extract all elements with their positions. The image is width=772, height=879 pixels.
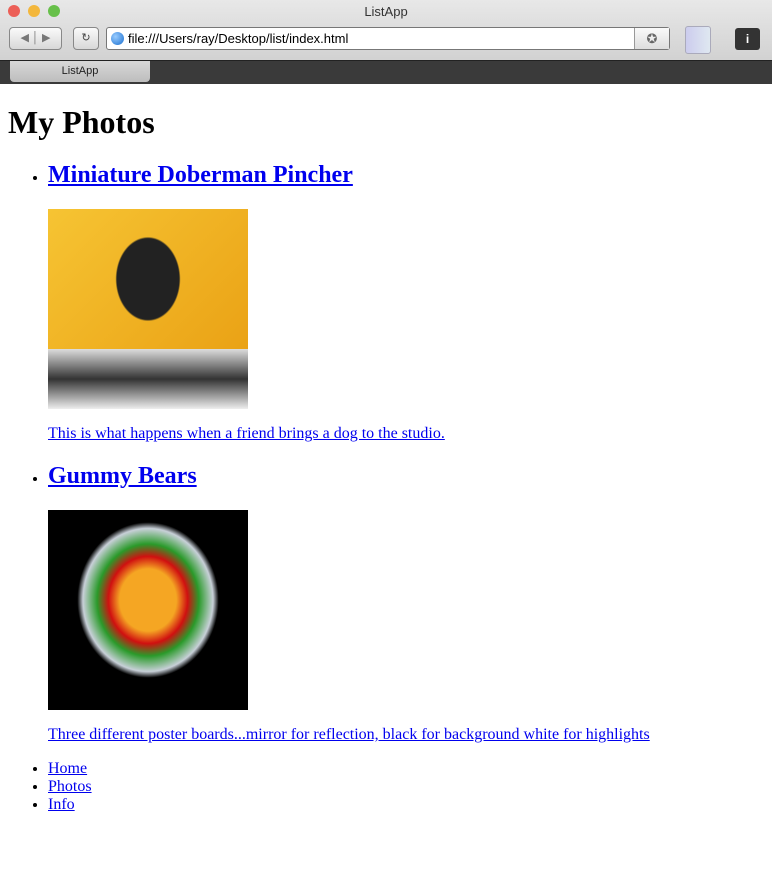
address-bar[interactable]: file:///Users/ray/Desktop/list/index.htm… (106, 27, 670, 50)
photo-caption-link[interactable]: This is what happens when a friend bring… (48, 425, 445, 442)
nav-home[interactable]: Home (48, 760, 87, 777)
back-icon[interactable]: ◀ (21, 32, 29, 44)
globe-icon (111, 32, 124, 45)
info-icon[interactable]: i (735, 28, 760, 50)
reader-button[interactable]: ✪ (634, 28, 669, 49)
bookmark-icon[interactable] (685, 26, 711, 54)
nav-list: Home Photos Info (8, 760, 764, 814)
page-title: My Photos (8, 104, 155, 140)
reload-button[interactable]: ↻ (73, 27, 99, 50)
photo-caption-link[interactable]: Three different poster boards...mirror f… (48, 726, 650, 743)
tab-listapp[interactable]: ListApp (10, 61, 150, 82)
tab-bar: ListApp (0, 60, 772, 84)
list-item: Gummy Bears Three different poster board… (48, 463, 764, 744)
dog-photo[interactable] (48, 209, 248, 409)
page-content: My Photos Miniature Doberman Pincher Thi… (0, 104, 772, 814)
photo-title-link[interactable]: Miniature Doberman Pincher (48, 162, 353, 188)
photo-title-link[interactable]: Gummy Bears (48, 463, 197, 489)
forward-icon[interactable]: ▶ (42, 32, 50, 44)
back-forward-buttons[interactable]: ◀ │ ▶ (9, 27, 62, 50)
nav-info[interactable]: Info (48, 796, 75, 813)
gummy-bears-photo[interactable] (48, 510, 248, 710)
window-title: ListApp (364, 4, 408, 19)
reload-icon: ↻ (81, 32, 91, 44)
list-item: Miniature Doberman Pincher This is what … (48, 162, 764, 443)
url-text: file:///Users/ray/Desktop/list/index.htm… (128, 31, 349, 46)
browser-chrome: ListApp ◀ │ ▶ ↻ file:///Users/ray/Deskto… (0, 0, 772, 84)
photo-list: Miniature Doberman Pincher This is what … (8, 162, 764, 744)
nav-photos[interactable]: Photos (48, 778, 92, 795)
